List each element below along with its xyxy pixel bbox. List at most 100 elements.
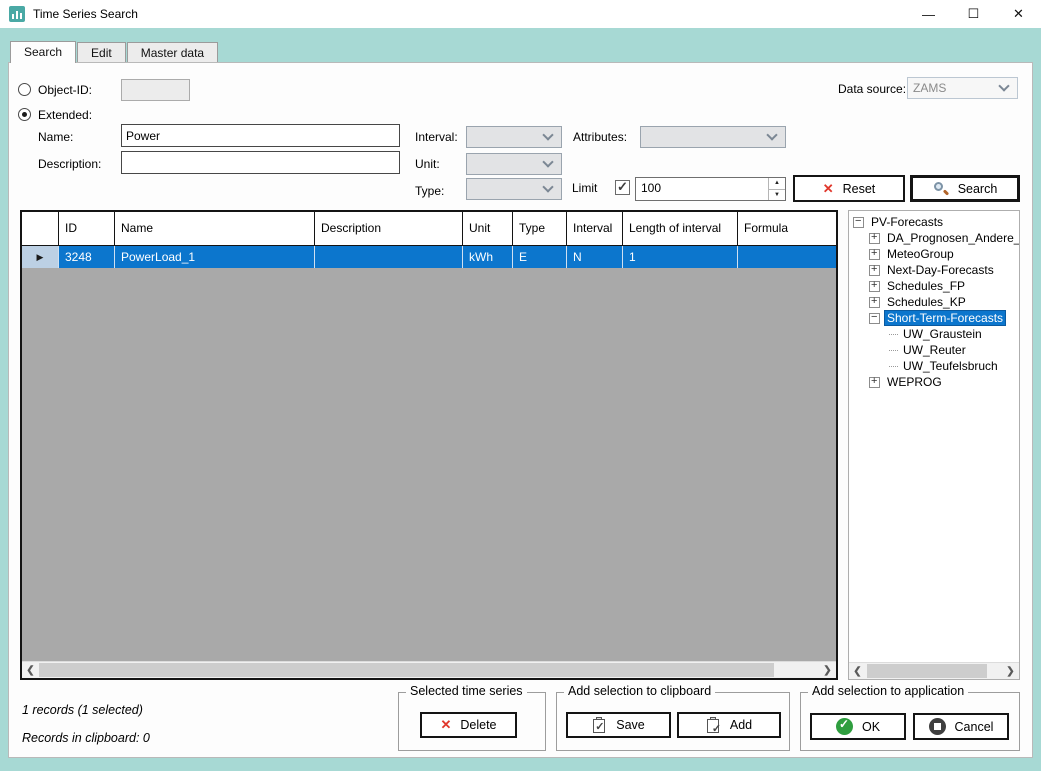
interval-label: Interval:	[415, 130, 458, 144]
delete-button[interactable]: Delete	[420, 712, 517, 738]
group-title: Add selection to clipboard	[564, 684, 716, 698]
tree-item[interactable]: DA_Prognosen_Andere_	[849, 230, 1019, 246]
forecast-tree: PV-Forecasts DA_Prognosen_Andere_ MeteoG…	[848, 210, 1020, 680]
scroll-left-icon[interactable]	[22, 662, 39, 678]
title-bar: Time Series Search — ☐ ✕	[0, 0, 1041, 28]
minimize-button[interactable]: —	[906, 0, 951, 28]
column-header-description[interactable]: Description	[315, 212, 463, 245]
clipboard-check-icon: ✓	[592, 716, 607, 734]
type-dropdown[interactable]	[466, 178, 562, 200]
spin-up-icon[interactable]	[769, 178, 785, 190]
chevron-down-icon	[542, 129, 554, 141]
reset-button[interactable]: Reset	[793, 175, 905, 202]
scroll-right-icon[interactable]	[1002, 663, 1019, 679]
ok-button[interactable]: OK	[810, 713, 906, 740]
add-button[interactable]: ✓ Add	[677, 712, 781, 738]
expand-icon[interactable]	[869, 279, 880, 292]
scroll-right-icon[interactable]	[819, 662, 836, 678]
tree-item[interactable]: UW_Graustein	[849, 326, 1019, 342]
expand-icon[interactable]	[869, 231, 880, 244]
tree-item[interactable]: UW_Reuter	[849, 342, 1019, 358]
tree-item[interactable]: PV-Forecasts	[849, 214, 1019, 230]
chevron-down-icon	[542, 156, 554, 168]
collapse-icon[interactable]	[853, 215, 864, 228]
scrollbar-thumb[interactable]	[39, 663, 774, 677]
chevron-down-icon	[542, 181, 554, 193]
extended-radio[interactable]	[18, 108, 31, 121]
scrollbar-thumb[interactable]	[867, 664, 987, 678]
attributes-label: Attributes:	[573, 130, 628, 144]
tree-item[interactable]: Next-Day-Forecasts	[849, 262, 1019, 278]
cancel-button[interactable]: Cancel	[913, 713, 1009, 740]
add-label: Add	[729, 718, 753, 732]
tree-item[interactable]: MeteoGroup	[849, 246, 1019, 262]
attributes-dropdown[interactable]	[640, 126, 786, 148]
description-input[interactable]	[121, 151, 400, 174]
tree-item[interactable]: Schedules_KP	[849, 294, 1019, 310]
data-source-value: ZAMS	[913, 81, 947, 95]
tab-master-data[interactable]: Master data	[126, 42, 219, 62]
green-check-icon	[835, 717, 853, 735]
object-id-radio[interactable]	[18, 83, 31, 96]
expand-icon[interactable]	[869, 375, 880, 388]
search-button[interactable]: Search	[910, 175, 1020, 202]
tree-item[interactable]: UW_Teufelsbruch	[849, 358, 1019, 374]
collapse-icon[interactable]	[869, 311, 880, 324]
limit-checkbox[interactable]	[615, 179, 630, 195]
extended-label: Extended:	[38, 108, 93, 122]
limit-spinner[interactable]: 100	[635, 177, 786, 201]
group-title: Selected time series	[406, 684, 527, 698]
ok-label: OK	[861, 719, 881, 734]
cell-formula	[738, 246, 836, 268]
row-selector-arrow-icon[interactable]	[22, 246, 59, 268]
table-horizontal-scrollbar[interactable]	[22, 661, 836, 678]
column-header-type[interactable]: Type	[513, 212, 567, 245]
object-id-input[interactable]	[121, 79, 190, 101]
maximize-button[interactable]: ☐	[951, 0, 996, 28]
column-header-name[interactable]: Name	[115, 212, 315, 245]
unit-dropdown[interactable]	[466, 153, 562, 175]
object-id-label: Object-ID:	[38, 83, 93, 97]
column-header-interval[interactable]: Interval	[567, 212, 623, 245]
interval-dropdown[interactable]	[466, 126, 562, 148]
stop-icon	[928, 718, 946, 735]
unit-label: Unit:	[415, 157, 440, 171]
group-title: Add selection to application	[808, 684, 969, 698]
app-window: Time Series Search — ☐ ✕ Search Edit Mas…	[0, 0, 1041, 771]
cancel-label: Cancel	[954, 719, 994, 734]
tree-item[interactable]: WEPROG	[849, 374, 1019, 390]
cell-name: PowerLoad_1	[115, 246, 315, 268]
tree-connector	[889, 349, 898, 351]
scroll-left-icon[interactable]	[849, 663, 866, 679]
search-label: Search	[957, 181, 998, 196]
name-input[interactable]	[121, 124, 400, 147]
save-button[interactable]: ✓ Save	[566, 712, 671, 738]
cell-type: E	[513, 246, 567, 268]
cell-unit: kWh	[463, 246, 513, 268]
limit-label: Limit	[572, 181, 598, 195]
tree-item-selected[interactable]: Short-Term-Forecasts	[849, 310, 1019, 326]
column-header-id[interactable]: ID	[59, 212, 115, 245]
limit-value: 100	[641, 181, 662, 195]
column-header-length-of-interval[interactable]: Length of interval	[623, 212, 738, 245]
table-header-row: ID Name Description Unit Type Interval L…	[22, 212, 836, 246]
column-header-unit[interactable]: Unit	[463, 212, 513, 245]
cell-id: 3248	[59, 246, 115, 268]
tab-search[interactable]: Search	[10, 41, 77, 63]
close-button[interactable]: ✕	[996, 0, 1041, 28]
delete-label: Delete	[460, 718, 497, 732]
tab-edit[interactable]: Edit	[77, 42, 126, 62]
tab-strip: Search Edit Master data	[10, 41, 219, 63]
tree-item[interactable]: Schedules_FP	[849, 278, 1019, 294]
data-source-dropdown[interactable]: ZAMS	[907, 77, 1018, 99]
expand-icon[interactable]	[869, 295, 880, 308]
chevron-down-icon	[998, 80, 1010, 92]
spin-down-icon[interactable]	[769, 190, 785, 201]
table-row[interactable]: 3248 PowerLoad_1 kWh E N 1	[22, 246, 836, 268]
tree-horizontal-scrollbar[interactable]	[849, 662, 1019, 679]
expand-icon[interactable]	[869, 263, 880, 276]
chevron-down-icon	[766, 129, 778, 141]
tree-connector	[889, 333, 898, 335]
expand-icon[interactable]	[869, 247, 880, 260]
column-header-formula[interactable]: Formula	[738, 212, 836, 245]
